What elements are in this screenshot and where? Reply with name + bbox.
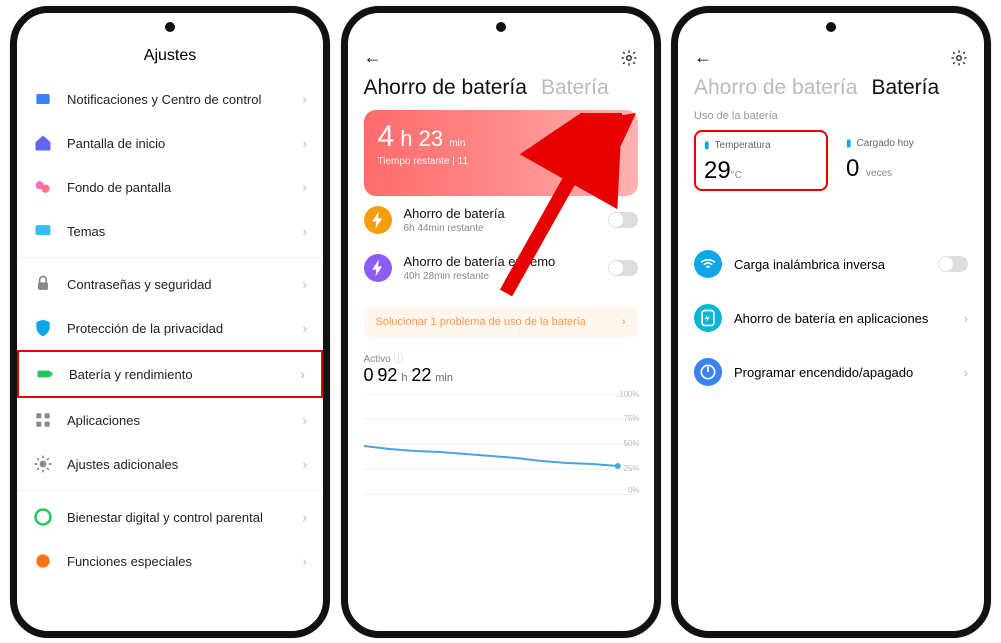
tab-ahorro[interactable]: Ahorro de batería (694, 76, 857, 100)
chevron-right-icon: › (964, 311, 968, 326)
tab-ahorro[interactable]: Ahorro de batería (364, 76, 527, 100)
chevron-right-icon: › (302, 276, 307, 292)
battery-option-row[interactable]: Programar encendido/apagado› (678, 345, 984, 399)
temperature-card[interactable]: ▮Temperatura 29°C (694, 130, 828, 191)
gear-icon[interactable] (620, 49, 638, 67)
chevron-right-icon: › (302, 135, 307, 151)
theme-icon (33, 221, 53, 241)
back-icon[interactable]: ← (364, 47, 382, 68)
plug-icon: ▮ (846, 138, 852, 149)
notification-icon (33, 89, 53, 109)
thermometer-icon: ▮ (704, 140, 710, 151)
back-icon[interactable]: ← (694, 47, 712, 68)
chevron-right-icon: › (302, 223, 307, 239)
chevron-right-icon: › (964, 365, 968, 380)
row-label: Funciones especiales (67, 554, 192, 569)
wireless-icon (694, 250, 722, 278)
apps-icon (33, 410, 53, 430)
chevron-right-icon: › (622, 316, 626, 328)
gear-icon[interactable] (950, 49, 968, 67)
settings-row-notification[interactable]: Notificaciones y Centro de control › (17, 77, 323, 121)
gear-icon (33, 454, 53, 474)
special-icon (33, 551, 53, 571)
lock-icon (33, 274, 53, 294)
phone-battery-saver: ← Ahorro de batería Batería 4 h 23 min T… (341, 6, 661, 638)
wallpaper-icon (33, 177, 53, 197)
row-label: Pantalla de inicio (67, 136, 165, 151)
chevron-right-icon: › (302, 91, 307, 107)
settings-row-special[interactable]: Funciones especiales › (17, 539, 323, 583)
row-label: Bienestar digital y control parental (67, 510, 263, 525)
row-label: Protección de la privacidad (67, 321, 223, 336)
battery-mode-row[interactable]: Ahorro de batería extremo40h 28min resta… (348, 244, 654, 292)
toggle[interactable] (938, 256, 968, 272)
battery-option-row[interactable]: Carga inalámbrica inversa (678, 237, 984, 291)
settings-row-gear[interactable]: Ajustes adicionales › (17, 442, 323, 486)
settings-row-lock[interactable]: Contraseñas y seguridad › (17, 262, 323, 306)
home-icon (33, 133, 53, 153)
row-label: Aplicaciones (67, 413, 140, 428)
battery-icon (35, 364, 55, 384)
tab-bateria[interactable]: Batería (541, 76, 609, 100)
chevron-right-icon: › (302, 553, 307, 569)
settings-row-wallpaper[interactable]: Fondo de pantalla › (17, 165, 323, 209)
row-label: Ajustes adicionales (67, 457, 178, 472)
settings-row-battery[interactable]: Batería y rendimiento › (17, 350, 323, 398)
chevron-right-icon: › (302, 509, 307, 525)
toggle[interactable] (608, 212, 638, 228)
bolt-icon (364, 254, 392, 282)
charged-today-card[interactable]: ▮Cargado hoy 0 veces (838, 130, 968, 191)
power-icon (694, 358, 722, 386)
bolt-icon (364, 206, 392, 234)
tab-bateria[interactable]: Batería (871, 76, 939, 100)
battery-option-row[interactable]: Ahorro de batería en aplicaciones› (678, 291, 984, 345)
chevron-right-icon: › (302, 320, 307, 336)
row-label: Contraseñas y seguridad (67, 277, 212, 292)
settings-row-home[interactable]: Pantalla de inicio › (17, 121, 323, 165)
settings-row-shield[interactable]: Protección de la privacidad › (17, 306, 323, 350)
appsave-icon (694, 304, 722, 332)
settings-row-wellbeing[interactable]: Bienestar digital y control parental › (17, 495, 323, 539)
settings-row-theme[interactable]: Temas › (17, 209, 323, 253)
row-label: Temas (67, 224, 105, 239)
chevron-right-icon: › (302, 179, 307, 195)
settings-row-apps[interactable]: Aplicaciones › (17, 398, 323, 442)
phone-battery-tab: ← Ahorro de batería Batería Uso de la ba… (671, 6, 991, 638)
page-title: Ajustes (17, 47, 323, 65)
toggle[interactable] (608, 260, 638, 276)
section-label: Uso de la batería (678, 110, 984, 130)
wellbeing-icon (33, 507, 53, 527)
shield-icon (33, 318, 53, 338)
battery-mode-row[interactable]: Ahorro de batería6h 44min restante (348, 196, 654, 244)
chevron-right-icon: › (302, 456, 307, 472)
battery-remaining-card[interactable]: 4 h 23 min Tiempo restante | 11 (364, 110, 638, 196)
phone-settings: Ajustes Notificaciones y Centro de contr… (10, 6, 330, 638)
row-label: Batería y rendimiento (69, 367, 193, 382)
chevron-right-icon: › (300, 366, 305, 382)
active-time: 0 92 h 22 min (348, 365, 654, 388)
row-label: Fondo de pantalla (67, 180, 171, 195)
chevron-right-icon: › (302, 412, 307, 428)
battery-usage-graph: 100% 75% 50% 25% 0% (364, 394, 638, 495)
battery-issue-banner[interactable]: Solucionar 1 problema de uso de la bater… (364, 306, 638, 338)
row-label: Notificaciones y Centro de control (67, 92, 261, 107)
